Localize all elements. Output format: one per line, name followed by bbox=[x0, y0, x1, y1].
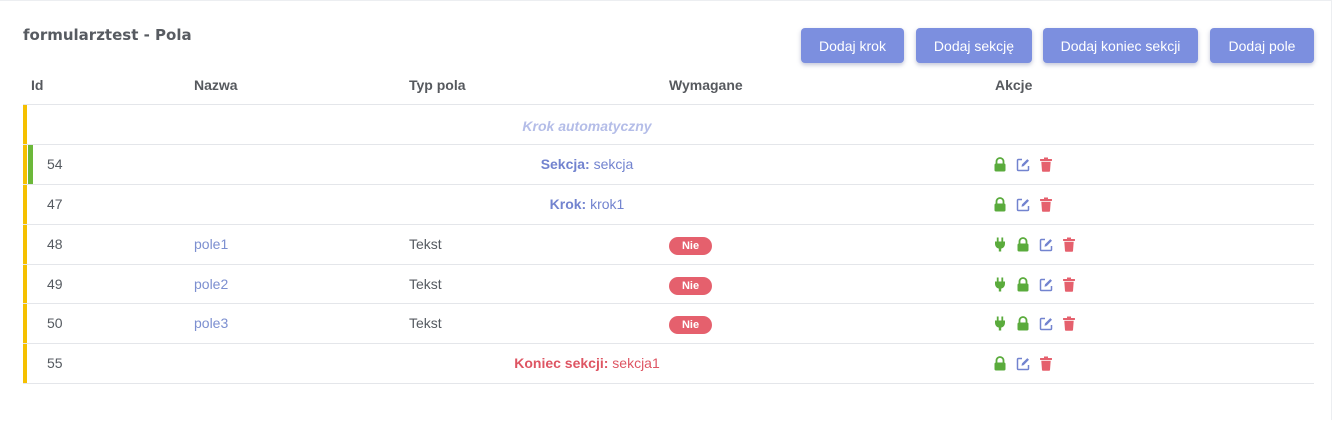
trash-icon[interactable] bbox=[1039, 356, 1053, 371]
trash-icon[interactable] bbox=[1062, 277, 1076, 292]
table-row: 49 pole2 Tekst Nie bbox=[23, 265, 1314, 305]
step-indicator-bar bbox=[23, 225, 27, 265]
row-kind-label: Krok: bbox=[549, 196, 587, 212]
row-id: 48 bbox=[47, 236, 63, 252]
table-row: 48 pole1 Tekst Nie bbox=[23, 225, 1314, 265]
row-id: 50 bbox=[47, 315, 63, 331]
row-kind-label: Sekcja: bbox=[540, 156, 590, 172]
trash-icon[interactable] bbox=[1039, 197, 1053, 212]
add-step-button[interactable]: Dodaj krok bbox=[801, 28, 904, 63]
row-type: Tekst bbox=[409, 236, 442, 252]
row-actions bbox=[993, 277, 1076, 292]
lock-icon[interactable] bbox=[993, 157, 1007, 172]
lock-icon[interactable] bbox=[1016, 277, 1030, 292]
column-header-required: Wymagane bbox=[669, 77, 743, 93]
column-header-id: Id bbox=[31, 77, 44, 93]
row-actions bbox=[993, 356, 1053, 371]
trash-icon[interactable] bbox=[1062, 237, 1076, 252]
row-type: Tekst bbox=[409, 315, 442, 331]
row-actions bbox=[993, 316, 1076, 331]
row-actions bbox=[993, 157, 1053, 172]
divider bbox=[23, 383, 1314, 384]
edit-icon[interactable] bbox=[1039, 316, 1053, 331]
edit-icon[interactable] bbox=[1039, 277, 1053, 292]
table-row: 50 pole3 Tekst Nie bbox=[23, 304, 1314, 344]
lock-icon[interactable] bbox=[993, 356, 1007, 371]
step-indicator-bar bbox=[23, 265, 27, 305]
table-row: 54 Sekcja: sekcja bbox=[23, 145, 1314, 185]
row-id: 49 bbox=[47, 276, 63, 292]
auto-step-label: Krok automatyczny bbox=[522, 118, 652, 134]
trash-icon[interactable] bbox=[1039, 157, 1053, 172]
lock-icon[interactable] bbox=[1016, 237, 1030, 252]
plug-icon[interactable] bbox=[993, 277, 1007, 292]
add-section-end-button[interactable]: Dodaj koniec sekcji bbox=[1043, 28, 1198, 63]
add-field-button[interactable]: Dodaj pole bbox=[1210, 28, 1314, 63]
step-indicator-bar bbox=[23, 304, 27, 344]
row-kind-label: Koniec sekcji: bbox=[514, 355, 609, 371]
row-kind-value: sekcja1 bbox=[612, 355, 660, 371]
row-name-link[interactable]: pole2 bbox=[194, 276, 228, 292]
row-kind-value: sekcja bbox=[593, 156, 634, 172]
table-row: 47 Krok: krok1 bbox=[23, 185, 1314, 225]
lock-icon[interactable] bbox=[993, 197, 1007, 212]
required-badge: Nie bbox=[669, 237, 712, 255]
column-header-name: Nazwa bbox=[194, 77, 238, 93]
table-row-auto-step: Krok automatyczny bbox=[23, 105, 1314, 145]
edit-icon[interactable] bbox=[1016, 356, 1030, 371]
column-header-type: Typ pola bbox=[409, 77, 466, 93]
trash-icon[interactable] bbox=[1062, 316, 1076, 331]
page-title: formularztest - Pola bbox=[23, 26, 192, 44]
row-name-link[interactable]: pole3 bbox=[194, 315, 228, 331]
plug-icon[interactable] bbox=[993, 316, 1007, 331]
row-name-link[interactable]: pole1 bbox=[194, 236, 228, 252]
row-kind-value: krok1 bbox=[590, 196, 625, 212]
edit-icon[interactable] bbox=[1016, 157, 1030, 172]
add-section-button[interactable]: Dodaj sekcję bbox=[916, 28, 1032, 63]
fields-card: formularztest - Pola Dodaj krok Dodaj se… bbox=[0, 0, 1332, 420]
row-actions bbox=[993, 237, 1076, 252]
column-header-actions: Akcje bbox=[995, 77, 1033, 93]
required-badge: Nie bbox=[669, 277, 712, 295]
edit-icon[interactable] bbox=[1039, 237, 1053, 252]
lock-icon[interactable] bbox=[1016, 316, 1030, 331]
table-row: 55 Koniec sekcji: sekcja1 bbox=[23, 344, 1314, 384]
plug-icon[interactable] bbox=[993, 237, 1007, 252]
row-type: Tekst bbox=[409, 276, 442, 292]
required-badge: Nie bbox=[669, 316, 712, 334]
edit-icon[interactable] bbox=[1016, 197, 1030, 212]
row-actions bbox=[993, 197, 1053, 212]
